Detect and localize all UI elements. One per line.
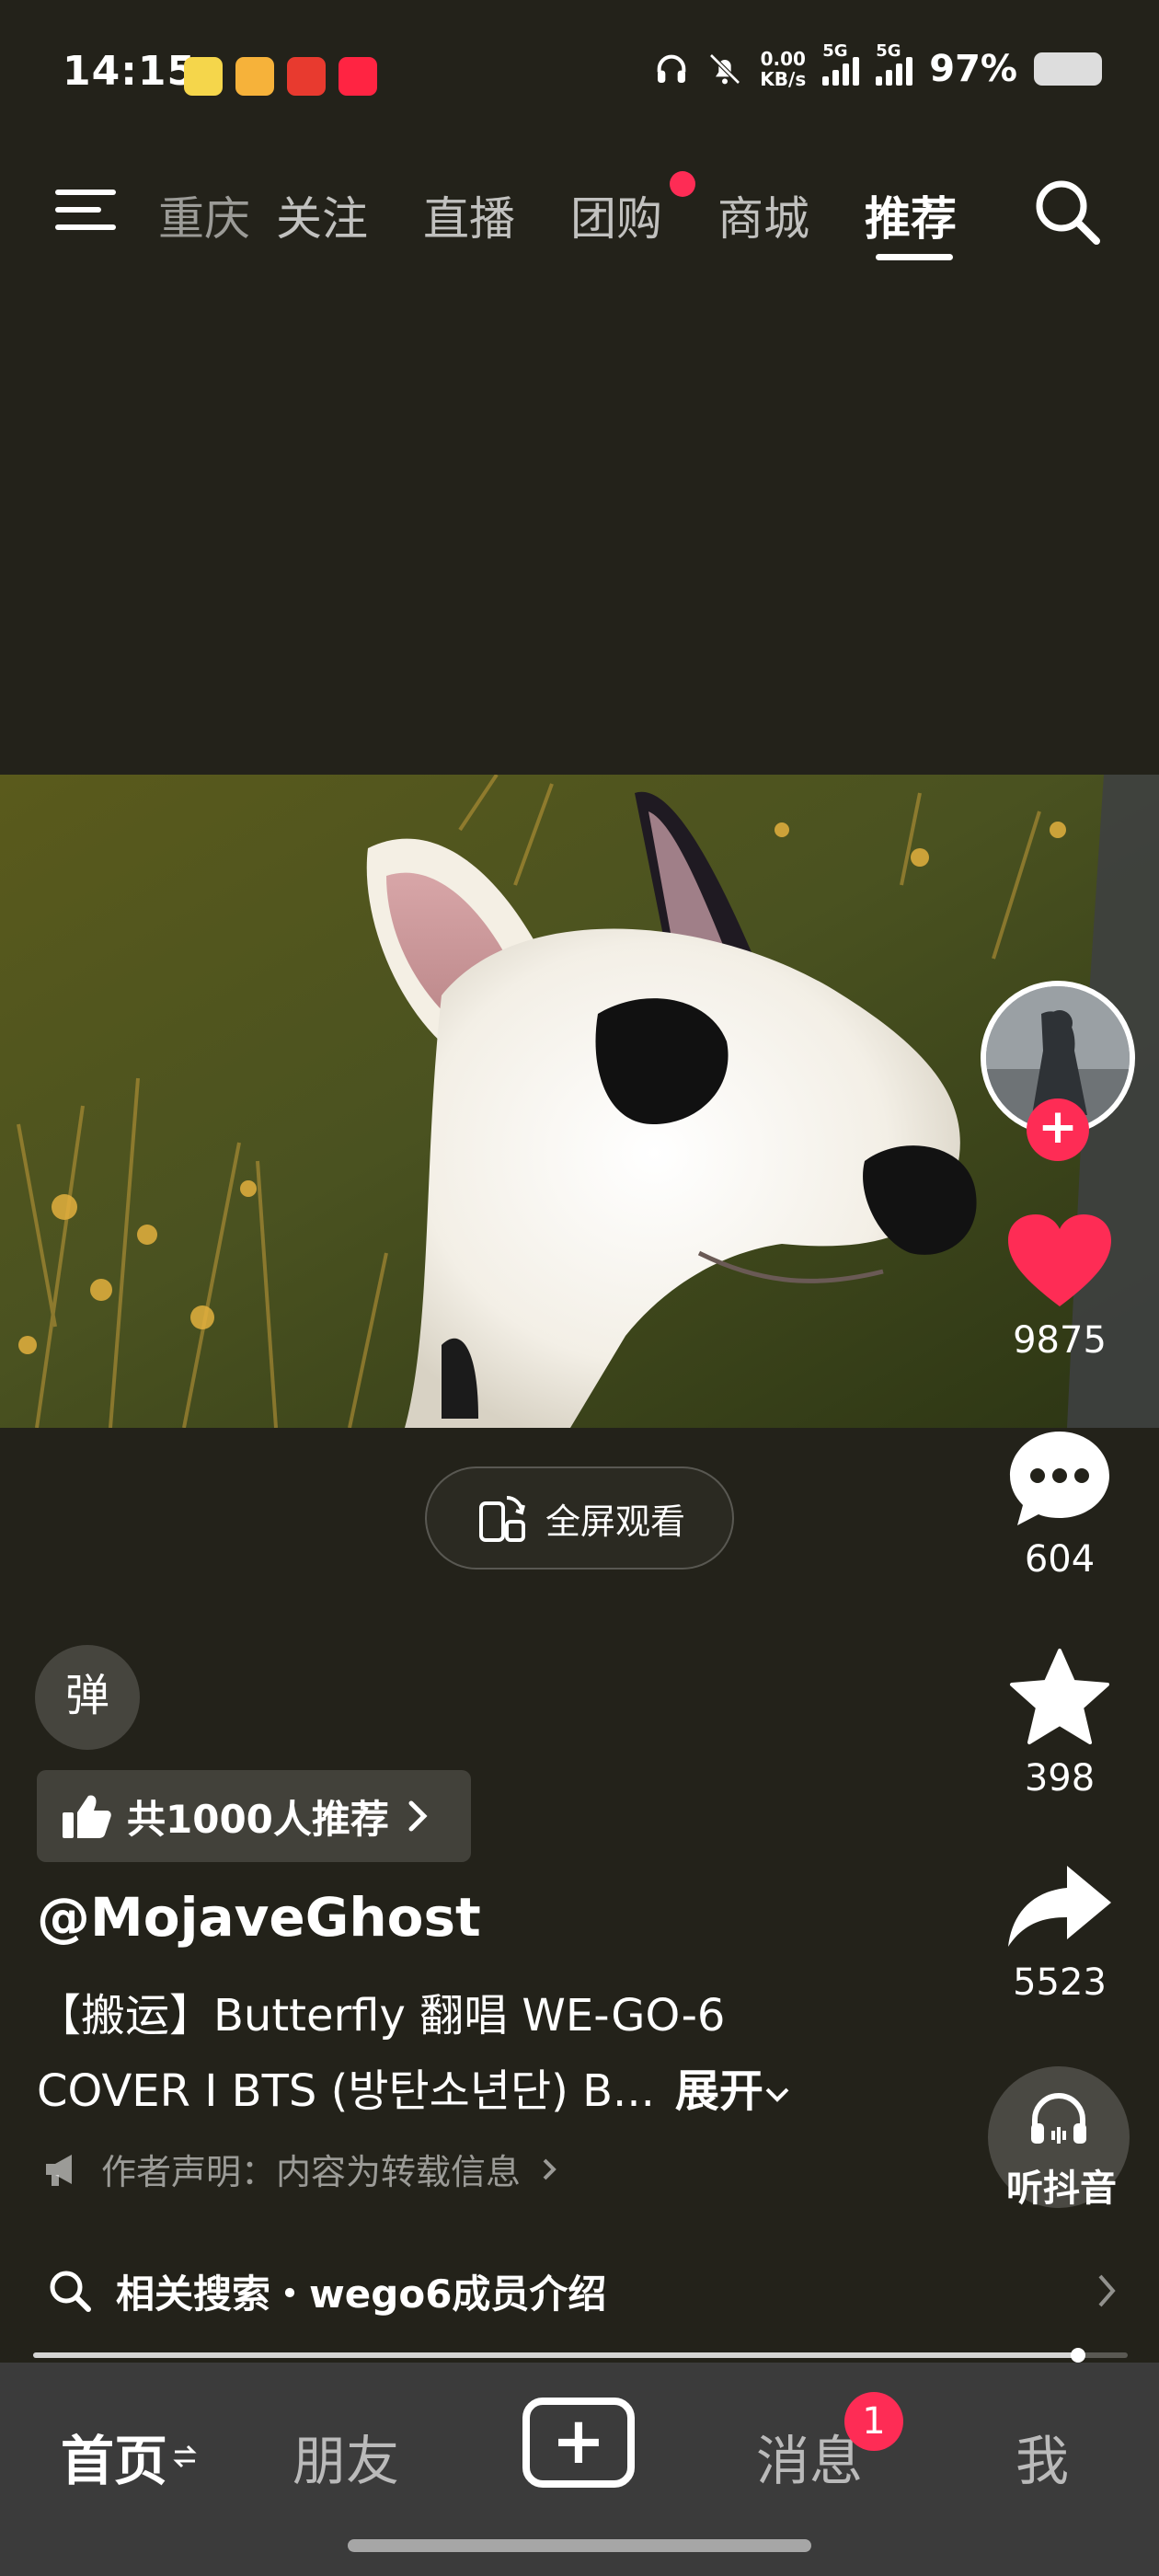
recommend-label: 共1000人推荐	[127, 1796, 389, 1842]
status-time: 14:15	[63, 48, 197, 95]
headphones-icon	[1031, 2093, 1086, 2144]
signal-2-label: 5G	[876, 41, 901, 61]
weibo-icon	[235, 57, 274, 96]
author-statement[interactable]: 作者声明：内容为转载信息	[42, 2144, 559, 2194]
app-screen: { "status_bar": { "time": "14:15", "net_…	[0, 0, 1159, 2576]
share-arrow-icon[interactable]	[1004, 1862, 1115, 1954]
tab-group-buy[interactable]: 团购	[570, 182, 662, 248]
statement-text: 作者声明：内容为转载信息	[101, 2152, 522, 2192]
home-indicator[interactable]	[348, 2539, 811, 2552]
top-tabs: 重庆 关注 直播 团购 商城 推荐	[0, 166, 1159, 276]
related-search-bar[interactable]: 相关搜索・wego6成员介绍	[0, 2226, 1159, 2355]
comment-icon[interactable]	[1006, 1428, 1113, 1531]
chevron-right-icon	[408, 1800, 428, 1832]
description-line-2: COVER I BTS (방탄소년단) B...	[37, 2065, 655, 2117]
chevron-right-icon	[543, 2158, 557, 2179]
tab-live[interactable]: 直播	[423, 182, 515, 248]
battery-icon	[1034, 52, 1102, 86]
app-notification-icon-3	[287, 57, 326, 96]
mute-bell-icon	[709, 53, 741, 85]
favorite-action: 398	[977, 1647, 1142, 1800]
listen-douyin-label: 听抖音	[1006, 2168, 1117, 2210]
active-tab-indicator	[876, 254, 953, 260]
fullscreen-button[interactable]: 全屏观看	[425, 1466, 734, 1570]
video-progress-bar[interactable]	[33, 2348, 1128, 2363]
status-right: 0.00 KB/s 5G 5G 97%	[653, 41, 1102, 90]
expand-button[interactable]: 展开	[675, 2053, 791, 2129]
signal-1: 5G	[822, 41, 860, 86]
thumbs-up-icon	[63, 1795, 111, 1838]
author-name[interactable]: @MojaveGhost	[37, 1886, 481, 1949]
tab-chongqing[interactable]: 重庆	[158, 182, 250, 248]
notification-icons	[184, 57, 377, 96]
like-count: 9875	[1013, 1319, 1107, 1362]
share-count: 5523	[1013, 1961, 1107, 2004]
chevron-down-icon	[765, 2087, 789, 2102]
recommend-chip[interactable]: 共1000人推荐	[37, 1770, 471, 1862]
tab-recommend[interactable]: 推荐	[865, 182, 957, 248]
related-search-label: 相关搜索・wego6成员介绍	[116, 2271, 607, 2317]
comment-count: 604	[1024, 1538, 1096, 1581]
search-icon	[50, 2271, 91, 2312]
favorite-count: 398	[1024, 1757, 1096, 1800]
app-notification-icon-1	[184, 57, 223, 96]
fullscreen-label: 全屏观看	[545, 1501, 685, 1542]
signal-2: 5G	[876, 41, 913, 86]
nav-me[interactable]: 我	[1016, 2418, 1069, 2495]
danmaku-toggle[interactable]: 弹	[35, 1645, 140, 1750]
search-icon[interactable]	[1030, 175, 1104, 248]
heart-icon[interactable]	[1004, 1211, 1115, 1312]
follow-button[interactable]: +	[1027, 1098, 1089, 1161]
nav-home[interactable]: 首页	[61, 2418, 197, 2495]
star-icon[interactable]	[1006, 1647, 1113, 1750]
description-line-1: 【搬运】Butterfly 翻唱 WE-GO-6	[37, 1990, 726, 2041]
comment-action: 604	[977, 1428, 1142, 1581]
danmaku-label: 弹	[64, 1670, 109, 1721]
net-speed-unit: KB/s	[760, 68, 807, 90]
expand-label: 展开	[674, 2065, 763, 2117]
chevron-right-icon	[1098, 2274, 1116, 2307]
create-post-button[interactable]: +	[522, 2398, 635, 2488]
status-bar: 14:15 0.00 KB/s 5G 5G 97%	[0, 0, 1159, 156]
megaphone-icon	[46, 2154, 72, 2186]
xiaohongshu-icon	[339, 57, 377, 96]
nav-home-label: 首页	[61, 2430, 168, 2492]
battery-percent: 97%	[929, 48, 1017, 90]
notification-dot	[670, 171, 695, 197]
headphones-icon	[657, 54, 686, 83]
video-description: 【搬运】Butterfly 翻唱 WE-GO-6 COVER I BTS (방탄…	[37, 1978, 975, 2129]
nav-friends[interactable]: 朋友	[293, 2418, 399, 2495]
signal-1-label: 5G	[822, 41, 848, 61]
tab-mall[interactable]: 商城	[717, 182, 809, 248]
like-action: 9875	[977, 1211, 1142, 1362]
rotate-phone-icon	[478, 1495, 525, 1542]
menu-icon[interactable]	[53, 182, 120, 237]
swap-arrows-icon	[173, 2444, 197, 2468]
progress-fill	[33, 2352, 1084, 2358]
tab-following[interactable]: 关注	[276, 182, 368, 248]
messages-badge: 1	[844, 2392, 903, 2451]
description-line-2-row: COVER I BTS (방탄소년단) B... 展开	[37, 2053, 975, 2129]
share-action: 5523	[977, 1862, 1142, 2004]
net-speed-value: 0.00	[760, 48, 806, 70]
progress-knob[interactable]	[1071, 2348, 1085, 2363]
net-speed: 0.00 KB/s	[760, 49, 806, 89]
